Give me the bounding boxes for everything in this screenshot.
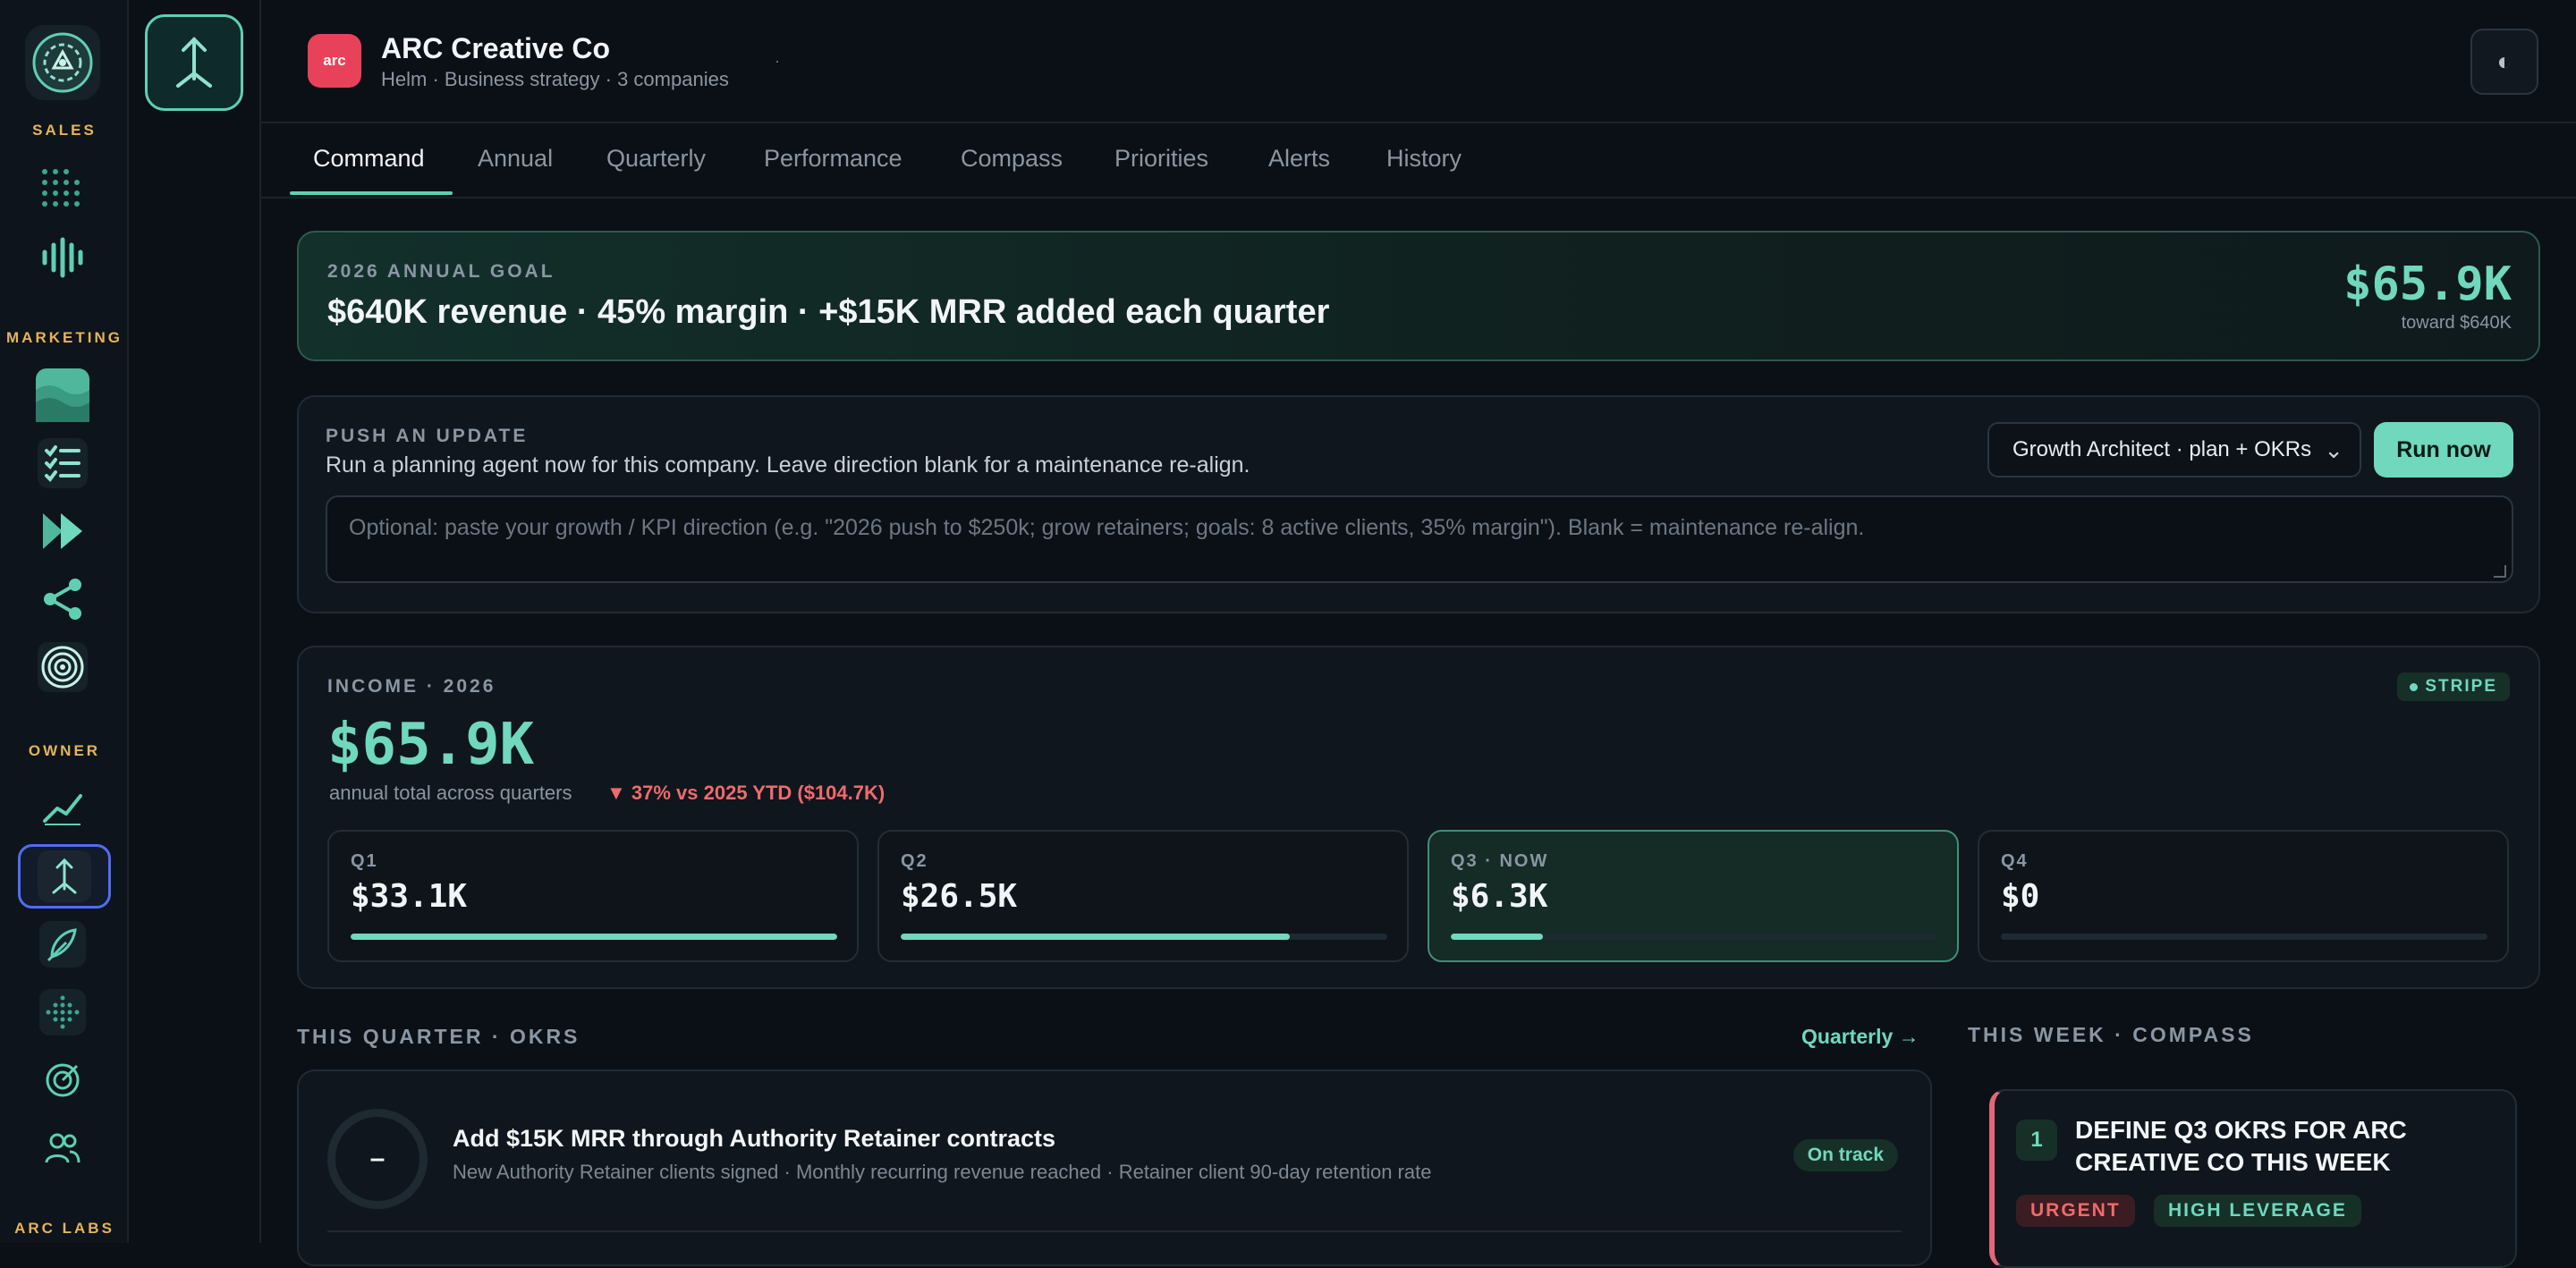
feather-icon[interactable] <box>34 916 91 973</box>
annual-goal-card: 2026 ANNUAL GOAL $640K revenue · 45% mar… <box>297 231 2540 361</box>
quarter-amount: $6.3K <box>1451 878 1548 915</box>
tab-annual[interactable]: Annual <box>478 145 553 196</box>
income-total: $65.9K <box>327 712 535 778</box>
waves-app-icon[interactable] <box>34 367 91 424</box>
tab-priorities[interactable]: Priorities <box>1114 145 1208 196</box>
checklist-icon[interactable] <box>34 435 91 492</box>
rail-section-arc-labs: ARC LABS <box>14 1220 114 1237</box>
okr-progress-ring: – <box>327 1109 428 1209</box>
stripe-badge: STRIPE <box>2397 672 2510 701</box>
dotted-cross-icon[interactable] <box>34 984 91 1041</box>
quarter-progress-fill <box>1451 934 1544 940</box>
quarter-amount: $26.5K <box>901 878 1018 915</box>
primary-nav-rail: SALES MARKETING OWNER ARC LABS <box>0 0 129 1243</box>
income-label: INCOME · 2026 <box>327 676 496 697</box>
push-description: Run a planning agent now for this compan… <box>326 452 1250 478</box>
income-delta: ▼ 37% vs 2025 YTD ($104.7K) <box>606 782 886 804</box>
quarter-progress-track <box>1451 934 1937 940</box>
helm-nav-item-active[interactable] <box>18 844 111 909</box>
tab-history[interactable]: History <box>1386 145 1462 196</box>
goal-progress-amount: $65.9K <box>2343 258 2512 311</box>
agent-select-value: Growth Architect · plan + OKRs <box>2012 437 2312 461</box>
run-now-button[interactable]: Run now <box>2374 422 2513 478</box>
waveform-icon[interactable] <box>34 229 91 286</box>
tab-compass[interactable]: Compass <box>961 145 1063 196</box>
quarter-card-q3[interactable]: Q3 · NOW $6.3K <box>1428 830 1959 962</box>
users-icon[interactable] <box>34 1120 91 1177</box>
quarter-progress-fill <box>901 934 1291 940</box>
active-tab-indicator <box>290 191 453 195</box>
push-label: PUSH AN UPDATE <box>326 426 529 446</box>
share-nodes-icon[interactable] <box>34 571 91 628</box>
tab-performance[interactable]: Performance <box>764 145 902 196</box>
okr-key-results: New Authority Retainer clients signed · … <box>453 1161 1432 1183</box>
quarter-progress-track <box>901 934 1387 940</box>
fast-forward-icon[interactable] <box>34 503 91 560</box>
quarter-label: Q2 <box>901 851 928 871</box>
quarter-label: Q4 <box>2001 851 2029 871</box>
high-leverage-tag: HIGH LEVERAGE <box>2154 1195 2361 1227</box>
company-header: arc ARC Creative Co Helm · Business stra… <box>261 0 2576 123</box>
divider <box>327 1230 1902 1232</box>
quarter-progress-fill <box>351 934 837 940</box>
quarter-card-q4[interactable]: Q4 $0 <box>1978 830 2509 962</box>
goal-text: $640K revenue · 45% margin · +$15K MRR a… <box>327 293 1330 331</box>
quarter-amount: $33.1K <box>351 878 468 915</box>
helm-app-button[interactable] <box>145 14 243 111</box>
rail-section-marketing: MARKETING <box>6 329 123 346</box>
quarter-label: Q3 · NOW <box>1451 851 1549 871</box>
helm-logo-icon[interactable] <box>25 25 100 100</box>
contrast-icon: ◐ <box>2496 47 2512 75</box>
status-dot-icon <box>2410 682 2419 691</box>
target-rings-icon[interactable] <box>34 638 91 696</box>
okr-title[interactable]: Add $15K MRR through Authority Retainer … <box>453 1125 1055 1153</box>
company-logo: arc <box>308 34 361 88</box>
theme-toggle-button[interactable]: ◐ <box>2470 29 2538 95</box>
helm-arrow-icon <box>176 37 212 88</box>
status-badge: On track <box>1792 1139 1898 1171</box>
priority-card[interactable]: 1 DEFINE Q3 OKRS FOR ARC CREATIVE CO THI… <box>1989 1089 2517 1268</box>
push-update-card: PUSH AN UPDATE Run a planning agent now … <box>297 395 2540 613</box>
helm-arrow-icon <box>38 850 91 902</box>
urgent-tag: URGENT <box>2016 1195 2135 1227</box>
goal-label: 2026 ANNUAL GOAL <box>327 261 555 282</box>
compass-panel: 1 DEFINE Q3 OKRS FOR ARC CREATIVE CO THI… <box>1968 1069 2540 1268</box>
chevron-down-icon: ⌄ <box>2324 436 2343 463</box>
goal-target: toward $640K <box>2401 313 2512 333</box>
priority-title: DEFINE Q3 OKRS FOR ARC CREATIVE CO THIS … <box>2075 1116 2407 1176</box>
direction-textarea[interactable]: Optional: paste your growth / KPI direct… <box>326 495 2513 583</box>
tab-alerts[interactable]: Alerts <box>1268 145 1330 196</box>
company-name: ARC Creative Co <box>381 32 611 64</box>
priority-number: 1 <box>2016 1120 2057 1161</box>
company-menu-dot[interactable]: · <box>775 52 780 71</box>
rail-section-owner: OWNER <box>28 742 101 759</box>
direction-placeholder: Optional: paste your growth / KPI direct… <box>349 515 1865 540</box>
resize-handle[interactable] <box>2494 565 2506 578</box>
compass-section-title: THIS WEEK · COMPASS <box>1968 1023 2254 1046</box>
rail-section-sales: SALES <box>32 122 97 139</box>
tab-bar: Command Annual Quarterly Performance Com… <box>261 123 2576 199</box>
tab-quarterly[interactable]: Quarterly <box>606 145 706 196</box>
company-subtitle: Helm · Business strategy · 3 companies <box>381 68 729 90</box>
quarter-card-q1[interactable]: Q1 $33.1K <box>327 830 859 962</box>
quarter-amount: $0 <box>2001 878 2040 915</box>
stripe-badge-label: STRIPE <box>2425 677 2497 696</box>
quarter-card-q2[interactable]: Q2 $26.5K <box>877 830 1409 962</box>
income-subtitle: annual total across quarters <box>329 782 572 804</box>
quarter-progress-track <box>351 934 837 940</box>
okr-card: – Add $15K MRR through Authority Retaine… <box>297 1069 1932 1266</box>
dot-grid-icon[interactable] <box>34 161 91 218</box>
income-card: INCOME · 2026 STRIPE $65.9K annual total… <box>297 646 2540 989</box>
tab-command[interactable]: Command <box>313 145 425 196</box>
quarter-label: Q1 <box>351 851 378 871</box>
secondary-nav-rail <box>129 0 261 1243</box>
trend-line-icon[interactable] <box>34 778 91 835</box>
quarter-progress-track <box>2001 934 2487 940</box>
crosshair-icon[interactable] <box>34 1052 91 1109</box>
okrs-section-title: THIS QUARTER · OKRS <box>297 1025 580 1048</box>
quarterly-link[interactable]: Quarterly → <box>1801 1025 1919 1049</box>
agent-select[interactable]: Growth Architect · plan + OKRs ⌄ <box>1987 422 2361 478</box>
